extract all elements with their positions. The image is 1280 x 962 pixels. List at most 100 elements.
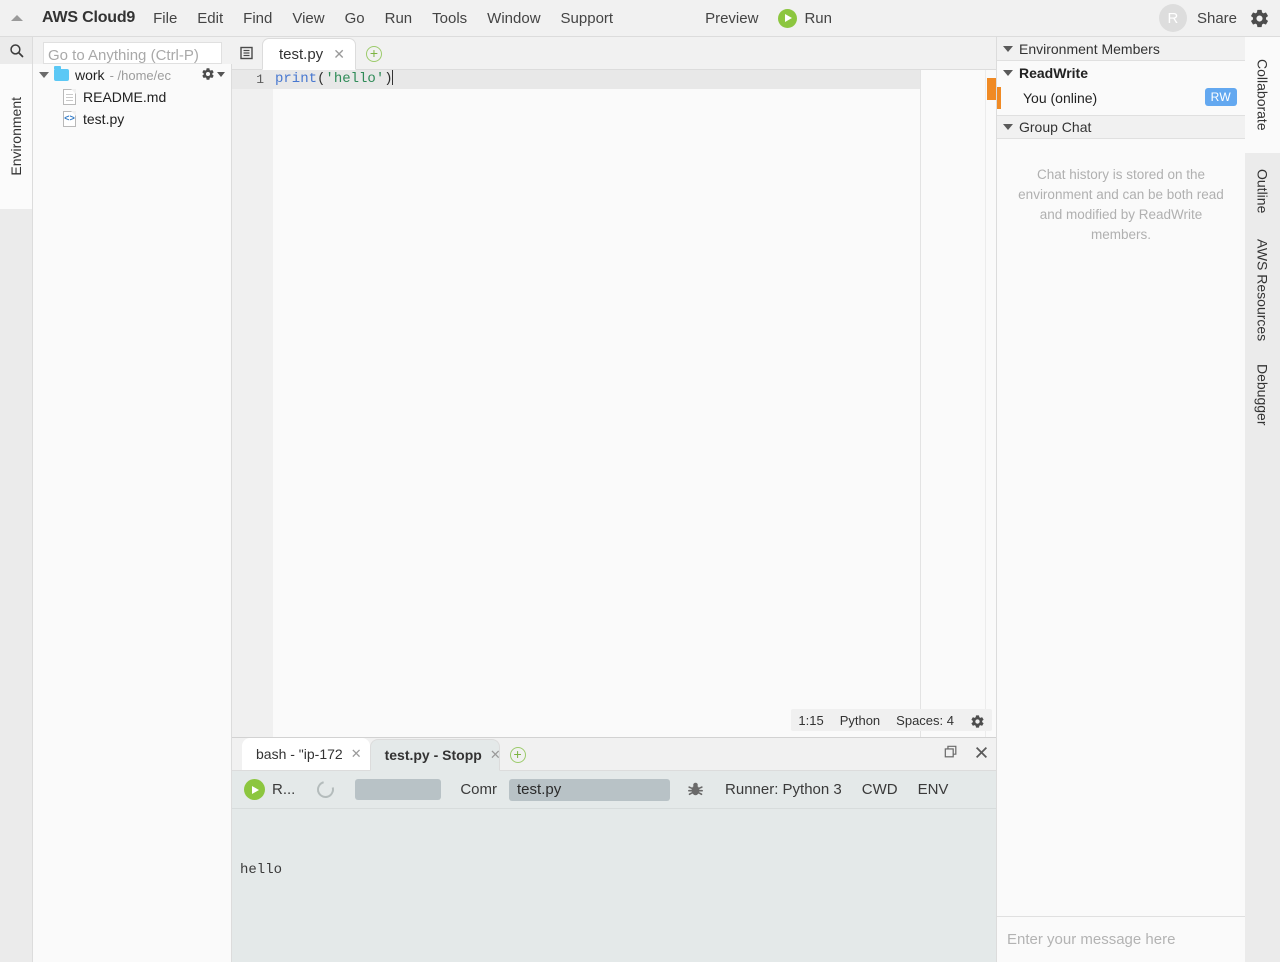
run-button[interactable]: Run (768, 6, 842, 31)
gear-icon[interactable] (201, 67, 225, 81)
tree-row-work[interactable]: work - /home/ec (33, 64, 231, 86)
runner-toolbar: R... Comr test.py Runner: Python 3 CWD E… (232, 771, 996, 809)
sidebar-tab-environment-label: Environment (7, 97, 24, 176)
menu-tools[interactable]: Tools (422, 7, 477, 30)
left-rail-filler (0, 209, 32, 962)
console-tab-bash[interactable]: bash - "ip-172 ✕ (242, 738, 370, 770)
console-tab-label: test.py - Stopp (384, 747, 482, 763)
env-button[interactable]: ENV (918, 781, 949, 798)
chat-input-wrap[interactable] (997, 916, 1246, 962)
menu-file[interactable]: File (143, 7, 187, 30)
console-panel: bash - "ip-172 ✕ test.py - Stopp ✕ + (232, 737, 996, 962)
runner-run-label: R... (272, 781, 296, 798)
document-icon (63, 89, 76, 105)
code-token-string: 'hello' (325, 71, 385, 87)
member-status-bar (997, 87, 1001, 109)
language-mode[interactable]: Python (840, 713, 880, 728)
play-icon (244, 779, 265, 800)
chevron-down-icon[interactable] (39, 72, 49, 78)
console-window-buttons (944, 745, 988, 759)
sidebar-tab-environment[interactable]: Environment (0, 64, 32, 209)
tree-row-readme[interactable]: README.md (33, 86, 231, 108)
folder-icon (54, 66, 69, 81)
gear-icon[interactable] (1249, 8, 1270, 29)
cwd-button[interactable]: CWD (862, 781, 898, 798)
collapse-menubar-button[interactable] (0, 0, 34, 37)
menu-support[interactable]: Support (551, 7, 624, 30)
editor-area: test.py ✕ + 1 print('hello') 1:15 Python… (232, 37, 996, 737)
chat-message-input[interactable] (1007, 931, 1246, 948)
menu-run[interactable]: Run (375, 7, 423, 30)
menu-view[interactable]: View (282, 7, 334, 30)
search-icon[interactable] (0, 37, 33, 64)
triangle-up-icon (11, 15, 23, 21)
code-line-1: print('hello') (273, 70, 393, 89)
member-name: You (online) (1023, 90, 1098, 106)
preview-button[interactable]: Preview (695, 7, 768, 30)
maximize-icon[interactable] (944, 745, 958, 759)
play-icon (778, 8, 798, 28)
readwrite-group-header[interactable]: ReadWrite (997, 61, 1245, 85)
runner-run-button[interactable]: R... (244, 779, 295, 800)
share-button[interactable]: Share (1197, 10, 1237, 27)
restart-icon[interactable] (314, 777, 338, 802)
close-icon[interactable]: ✕ (490, 747, 499, 763)
goto-anything-wrap[interactable] (43, 42, 222, 64)
chevron-down-icon (217, 71, 225, 77)
chevron-down-icon (1003, 124, 1013, 130)
right-tab-debugger[interactable]: Debugger (1245, 351, 1280, 439)
avatar[interactable]: R (1158, 4, 1187, 32)
editor-tab-label: test.py (279, 45, 324, 63)
runner-command-input[interactable]: test.py (509, 778, 671, 801)
search-input[interactable] (44, 43, 221, 63)
editor-status-bar: 1:15 Python Spaces: 4 (791, 709, 992, 731)
gear-icon[interactable] (970, 714, 985, 728)
close-icon[interactable]: ✕ (333, 46, 345, 63)
code-file-icon: <> (63, 111, 76, 127)
console-tab-testpy[interactable]: test.py - Stopp ✕ (369, 739, 500, 771)
line-number-gutter: 1 (232, 70, 273, 737)
right-rail: Collaborate Outline AWS Resources Debugg… (1245, 37, 1280, 962)
right-tab-outline[interactable]: Outline (1245, 153, 1280, 229)
run-button-label: Run (804, 9, 832, 27)
cursor-position[interactable]: 1:15 (798, 713, 823, 728)
print-margin-line (920, 70, 921, 737)
bug-icon[interactable] (686, 780, 705, 799)
menu-edit[interactable]: Edit (187, 7, 233, 30)
right-tab-aws-resources[interactable]: AWS Resources (1245, 229, 1280, 351)
menu-find[interactable]: Find (233, 7, 282, 30)
cloud9-ide: AWS Cloud9 File Edit Find View Go Run To… (0, 0, 1280, 962)
environment-members-header[interactable]: Environment Members (997, 37, 1245, 61)
plus-icon[interactable]: + (365, 46, 382, 62)
runner-file-field[interactable] (355, 779, 442, 800)
console-tab-bar: bash - "ip-172 ✕ test.py - Stopp ✕ + (232, 738, 996, 771)
file-tree-panel: work - /home/ec README.md <> test.py (33, 64, 232, 962)
console-output[interactable]: hello Process exited with code: 0 (232, 809, 996, 962)
tree-row-testpy[interactable]: <> test.py (33, 108, 231, 130)
line-number: 1 (232, 70, 273, 89)
console-output-line: hello (240, 862, 283, 878)
environment-members-title: Environment Members (1019, 40, 1160, 57)
close-icon[interactable] (975, 746, 988, 759)
collaborate-panel: Environment Members ReadWrite You (onlin… (996, 37, 1246, 962)
menu-window[interactable]: Window (477, 7, 550, 30)
menu-go[interactable]: Go (335, 7, 375, 30)
editor-tab-testpy[interactable]: test.py ✕ (262, 38, 356, 70)
code-editor[interactable]: 1 print('hello') 1:15 Python Spaces: 4 (232, 70, 996, 737)
console-tab-label: bash - "ip-172 (256, 746, 343, 762)
close-icon[interactable]: ✕ (351, 746, 362, 762)
member-row-you[interactable]: You (online) RW (997, 85, 1245, 111)
tab-list-icon[interactable] (232, 36, 262, 69)
chat-history-note: Chat history is stored on the environmen… (1018, 167, 1224, 242)
editor-scrollbar[interactable] (985, 70, 996, 737)
scroll-annotation-marker (987, 78, 996, 100)
file-name: README.md (83, 89, 167, 105)
editor-tab-bar: test.py ✕ + (232, 37, 996, 70)
group-chat-header[interactable]: Group Chat (997, 115, 1245, 139)
chevron-down-icon (1003, 45, 1013, 52)
indent-setting[interactable]: Spaces: 4 (896, 713, 954, 728)
runner-selector[interactable]: Runner: Python 3 (725, 781, 842, 798)
plus-icon[interactable]: + (509, 747, 526, 763)
right-tab-debugger-label: Debugger (1254, 364, 1271, 426)
right-tab-collaborate[interactable]: Collaborate (1245, 37, 1280, 153)
